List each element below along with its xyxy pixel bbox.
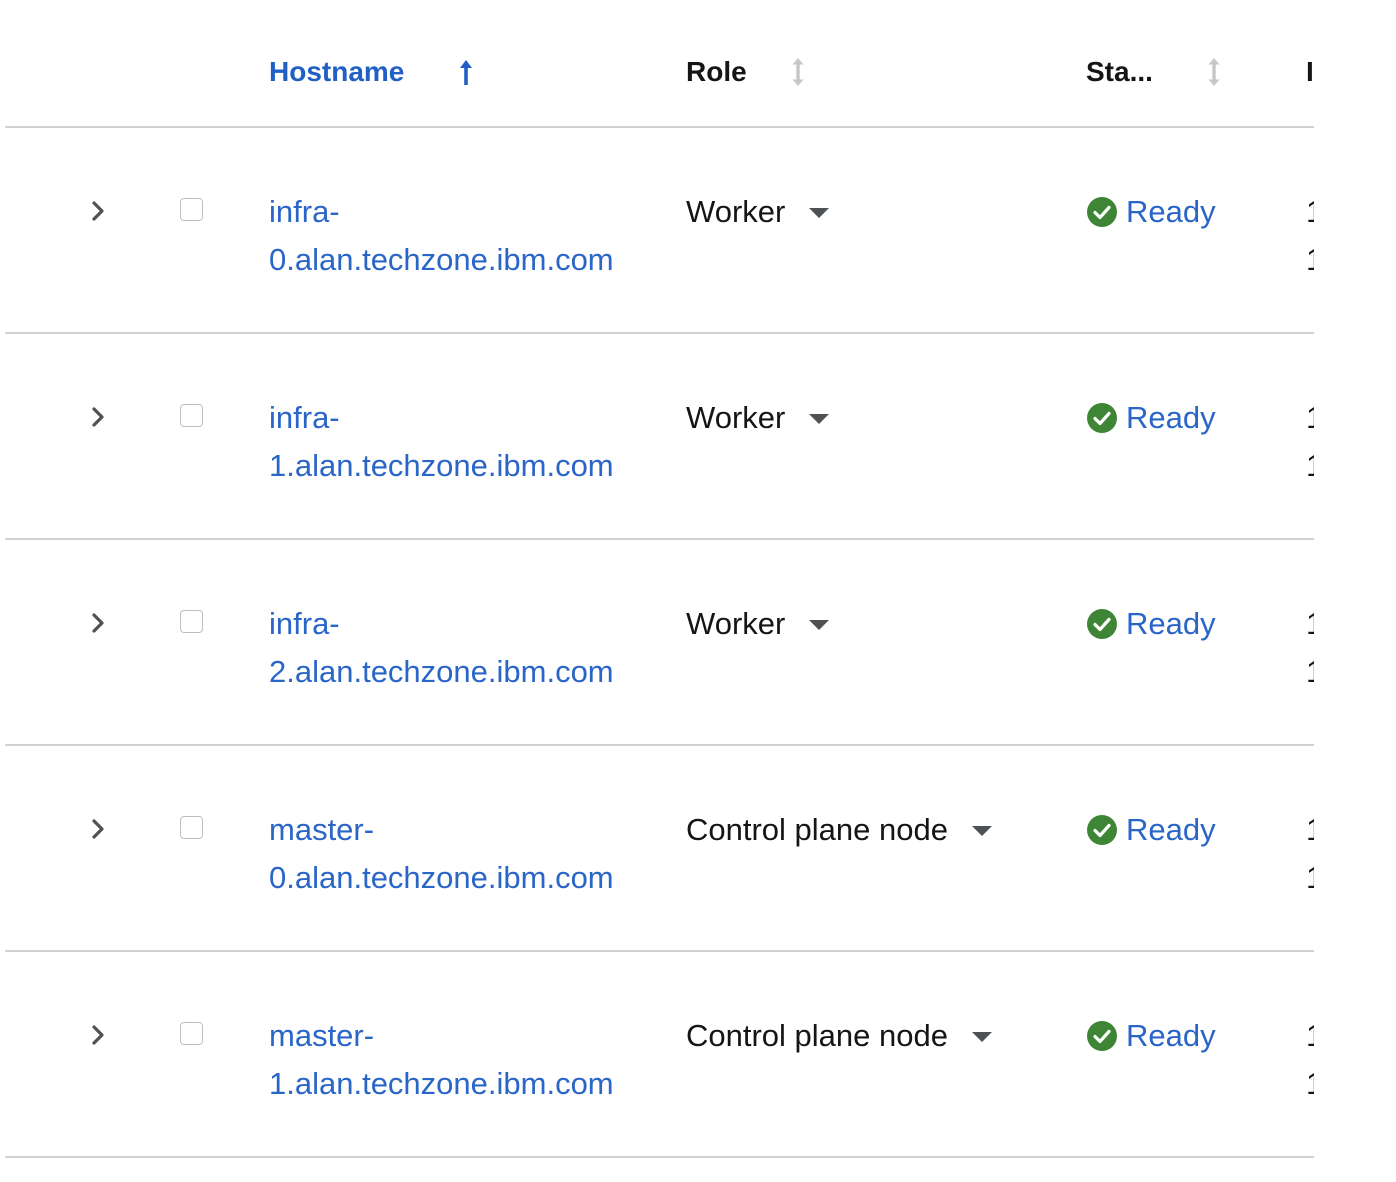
row-select-checkbox[interactable] <box>180 1022 203 1045</box>
column-header-truncated[interactable]: I <box>1306 55 1314 89</box>
hostname-line-2: 1.alan.techzone.ibm.com <box>269 1066 614 1101</box>
hosts-table: Hostname Role Sta... I infra- 0.alan.tec… <box>0 0 1396 1182</box>
caret-down-icon <box>809 414 830 424</box>
chevron-right-icon[interactable] <box>86 610 112 636</box>
check-circle-icon <box>1087 1021 1117 1051</box>
role-dropdown[interactable]: Worker <box>686 600 830 648</box>
truncated-text: 1 <box>1306 806 1314 854</box>
status-ready[interactable]: Ready <box>1086 394 1216 442</box>
hostname-line-1: infra- <box>269 400 340 435</box>
table-header: Hostname Role Sta... I <box>0 0 1314 128</box>
status-label: Ready <box>1126 194 1216 229</box>
status-label: Ready <box>1126 606 1216 641</box>
hostname-line-1: master- <box>269 1018 375 1053</box>
hostname-line-2: 2.alan.techzone.ibm.com <box>269 654 614 689</box>
row-select-checkbox[interactable] <box>180 610 203 633</box>
status-label: Ready <box>1126 400 1216 435</box>
truncated-cell: 1 1 <box>1306 600 1314 696</box>
status-ready[interactable]: Ready <box>1086 1012 1216 1060</box>
row-select-checkbox[interactable] <box>180 198 203 221</box>
role-dropdown[interactable]: Worker <box>686 188 830 236</box>
check-circle-icon <box>1087 197 1117 227</box>
sort-icon[interactable] <box>1204 56 1224 88</box>
check-circle-icon <box>1087 609 1117 639</box>
truncated-text: 1 <box>1306 1012 1314 1060</box>
truncated-text: 1 <box>1306 442 1314 490</box>
table-row: infra- 2.alan.techzone.ibm.com Worker Re… <box>0 540 1314 746</box>
caret-down-icon <box>809 208 830 218</box>
status-ready[interactable]: Ready <box>1086 600 1216 648</box>
hostname-line-1: infra- <box>269 606 340 641</box>
chevron-right-icon[interactable] <box>86 198 112 224</box>
role-dropdown[interactable]: Worker <box>686 394 830 442</box>
table-row: master- 1.alan.techzone.ibm.com Control … <box>0 952 1314 1158</box>
column-header-role[interactable]: Role <box>686 55 747 89</box>
row-select-checkbox[interactable] <box>180 404 203 427</box>
hostname-link[interactable]: master- 0.alan.techzone.ibm.com <box>269 806 614 902</box>
hostname-link[interactable]: infra- 2.alan.techzone.ibm.com <box>269 600 614 696</box>
chevron-right-icon[interactable] <box>86 404 112 430</box>
truncated-cell: 1 1 <box>1306 394 1314 490</box>
sort-ascending-icon[interactable] <box>456 56 476 88</box>
caret-down-icon <box>971 826 992 836</box>
column-header-status[interactable]: Sta... <box>1086 55 1153 89</box>
hostname-line-2: 1.alan.techzone.ibm.com <box>269 448 614 483</box>
row-divider <box>5 1156 1314 1158</box>
truncated-cell: 1 1 <box>1306 188 1314 284</box>
truncated-text: 1 <box>1306 236 1314 284</box>
check-circle-icon <box>1087 403 1117 433</box>
hostname-link[interactable]: infra- 1.alan.techzone.ibm.com <box>269 394 614 490</box>
truncated-text: 1 <box>1306 600 1314 648</box>
truncated-text: 1 <box>1306 854 1314 902</box>
hostname-line-2: 0.alan.techzone.ibm.com <box>269 242 614 277</box>
table-row: infra- 0.alan.techzone.ibm.com Worker Re… <box>0 128 1314 334</box>
row-select-checkbox[interactable] <box>180 816 203 839</box>
check-circle-icon <box>1087 815 1117 845</box>
status-label: Ready <box>1126 1018 1216 1053</box>
status-ready[interactable]: Ready <box>1086 188 1216 236</box>
chevron-right-icon[interactable] <box>86 816 112 842</box>
hostname-link[interactable]: master- 1.alan.techzone.ibm.com <box>269 1012 614 1108</box>
caret-down-icon <box>971 1032 992 1042</box>
hostname-line-1: master- <box>269 812 375 847</box>
status-label: Ready <box>1126 812 1216 847</box>
role-dropdown[interactable]: Control plane node <box>686 806 992 854</box>
hostname-line-1: infra- <box>269 194 340 229</box>
role-dropdown[interactable]: Control plane node <box>686 1012 992 1060</box>
table-viewport: Hostname Role Sta... I infra- 0.alan.tec… <box>0 0 1314 1182</box>
role-label: Worker <box>686 606 786 641</box>
truncated-cell: 1 1 <box>1306 1012 1314 1108</box>
status-ready[interactable]: Ready <box>1086 806 1216 854</box>
hostname-line-2: 0.alan.techzone.ibm.com <box>269 860 614 895</box>
role-label: Worker <box>686 400 786 435</box>
sort-icon[interactable] <box>788 56 808 88</box>
truncated-text: 1 <box>1306 648 1314 696</box>
column-header-hostname[interactable]: Hostname <box>269 55 404 89</box>
truncated-cell: 1 1 <box>1306 806 1314 902</box>
role-label: Control plane node <box>686 812 948 847</box>
caret-down-icon <box>809 620 830 630</box>
table-row: master- 0.alan.techzone.ibm.com Control … <box>0 746 1314 952</box>
role-label: Control plane node <box>686 1018 948 1053</box>
table-row: infra- 1.alan.techzone.ibm.com Worker Re… <box>0 334 1314 540</box>
truncated-text: 1 <box>1306 188 1314 236</box>
chevron-right-icon[interactable] <box>86 1022 112 1048</box>
hostname-link[interactable]: infra- 0.alan.techzone.ibm.com <box>269 188 614 284</box>
truncated-text: 1 <box>1306 1060 1314 1108</box>
role-label: Worker <box>686 194 786 229</box>
truncated-text: 1 <box>1306 394 1314 442</box>
